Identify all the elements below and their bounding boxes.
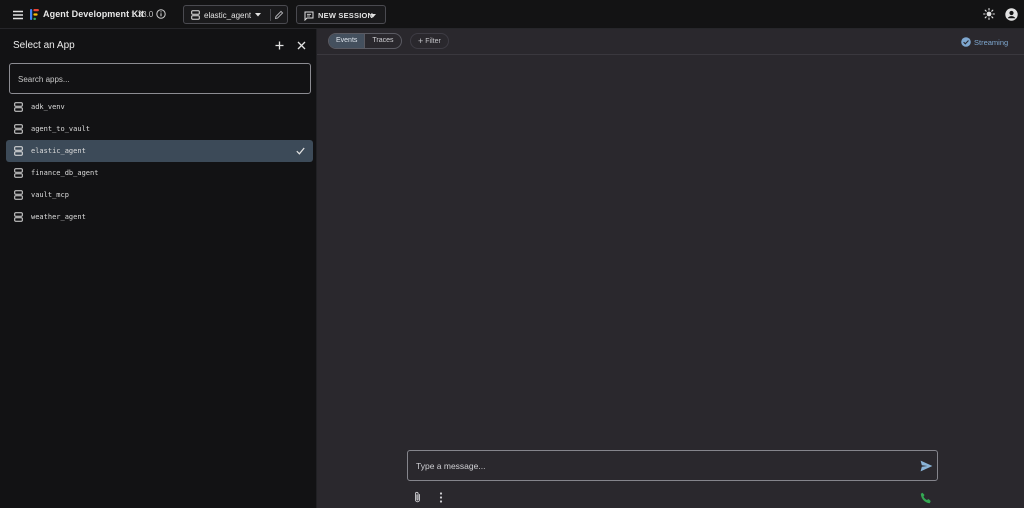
app-item-label: finance_db_agent — [31, 169, 99, 177]
account-circle-icon[interactable] — [1005, 8, 1018, 21]
agent-selector[interactable]: elastic_agent — [183, 5, 288, 24]
send-icon[interactable] — [920, 460, 933, 472]
check-circle-icon — [961, 37, 971, 47]
adk-logo-icon — [29, 8, 40, 21]
theme-sun-icon[interactable] — [983, 8, 995, 20]
divider — [270, 9, 271, 21]
close-icon[interactable] — [297, 41, 306, 50]
selected-agent-label: elastic_agent — [204, 10, 252, 20]
message-input[interactable] — [416, 459, 906, 473]
filter-label: Filter — [425, 38, 441, 45]
search-apps-field — [9, 63, 311, 94]
new-session-button[interactable]: NEW SESSION — [296, 5, 386, 24]
chevron-down-icon — [255, 13, 261, 17]
app-item-label: vault_mcp — [31, 191, 69, 199]
streaming-label: Streaming — [974, 37, 1009, 47]
events-toolbar: Events Traces + Filter Streaming — [317, 29, 1024, 55]
app-item-vault-mcp[interactable]: vault_mcp — [6, 184, 313, 206]
server-icon — [14, 212, 23, 222]
menu-icon[interactable] — [11, 8, 25, 22]
attach-icon[interactable] — [413, 491, 422, 504]
app-list: adk_venv agent_to_vault elastic_agent fi… — [0, 96, 317, 228]
app-item-label: weather_agent — [31, 213, 86, 221]
app-item-weather-agent[interactable]: weather_agent — [6, 206, 313, 228]
add-icon: + — [418, 36, 424, 46]
edit-icon[interactable] — [274, 10, 284, 20]
app-item-label: elastic_agent — [31, 147, 86, 155]
app-version: 1.33.0 — [131, 9, 154, 19]
sidebar-title: Select an App — [13, 40, 75, 51]
chevron-down-icon — [370, 13, 376, 18]
tab-events[interactable]: Events — [329, 34, 365, 48]
tab-traces[interactable]: Traces — [364, 34, 400, 48]
app-item-elastic-agent[interactable]: elastic_agent — [6, 140, 313, 162]
new-session-label: NEW SESSION — [318, 11, 374, 20]
check-icon — [296, 147, 305, 155]
message-composer — [407, 450, 938, 481]
add-icon[interactable] — [274, 40, 285, 51]
server-icon — [14, 168, 23, 178]
info-icon[interactable] — [156, 9, 166, 19]
server-icon — [14, 190, 23, 200]
app-title: Agent Development Kit — [43, 9, 145, 19]
app-item-agent-to-vault[interactable]: agent_to_vault — [6, 118, 313, 140]
server-icon — [191, 10, 200, 20]
more-vert-icon[interactable] — [439, 492, 443, 503]
server-icon — [14, 124, 23, 134]
view-toggle: Events Traces — [328, 33, 402, 49]
server-icon — [14, 146, 23, 156]
filter-button[interactable]: + Filter — [410, 33, 449, 49]
app-item-label: adk_venv — [31, 103, 65, 111]
top-bar: Agent Development Kit 1.33.0 elastic_age… — [0, 0, 1024, 29]
app-item-adk-venv[interactable]: adk_venv — [6, 96, 313, 118]
app-sidebar: Select an App adk_venv agent_to_vault el… — [0, 29, 317, 508]
chat-icon — [304, 11, 314, 21]
search-apps-input[interactable] — [18, 72, 298, 86]
main-panel: Events Traces + Filter Streaming — [317, 29, 1024, 508]
app-item-finance-db-agent[interactable]: finance_db_agent — [6, 162, 313, 184]
phone-icon[interactable] — [920, 492, 932, 504]
app-item-label: agent_to_vault — [31, 125, 91, 133]
server-icon — [14, 102, 23, 112]
